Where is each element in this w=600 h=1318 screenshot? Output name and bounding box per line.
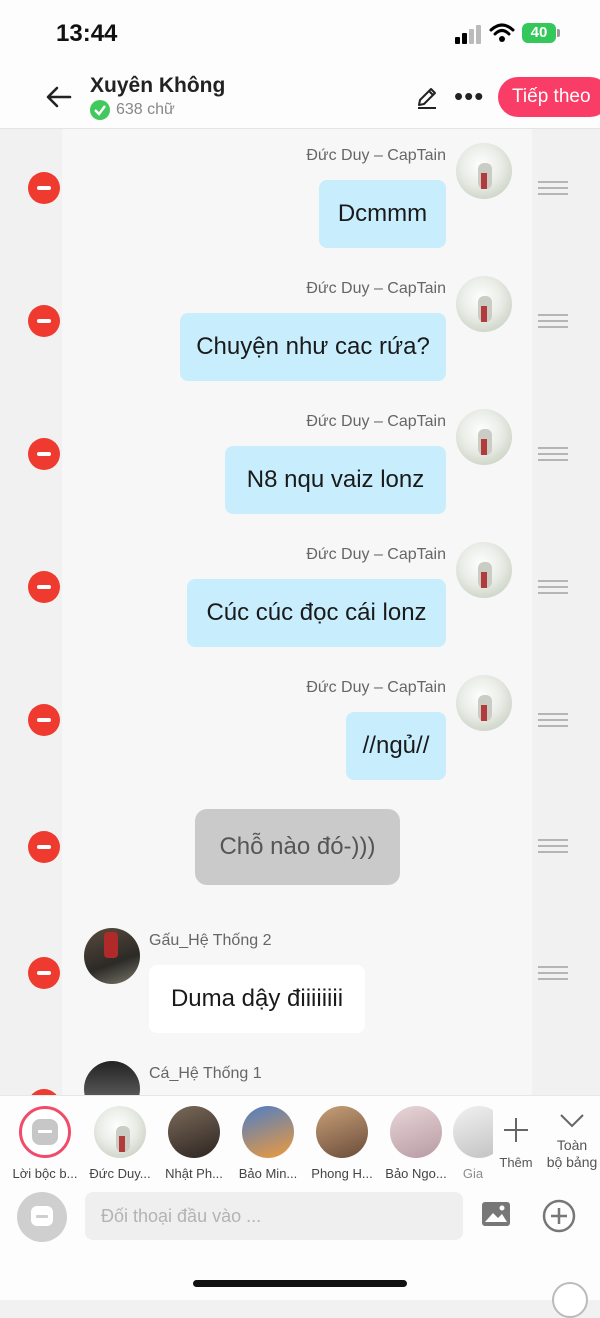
drag-handle-icon[interactable]	[538, 314, 568, 328]
delete-line-button[interactable]	[28, 704, 60, 736]
image-icon[interactable]	[481, 1201, 511, 1227]
avatar	[456, 409, 512, 465]
battery-icon: 40	[522, 23, 560, 43]
avatar	[456, 542, 512, 598]
avatar	[456, 675, 512, 731]
dialogue-input[interactable]: Đối thoại đầu vào ...	[85, 1192, 463, 1240]
speaker-name: Đức Duy – CapTain	[306, 280, 446, 297]
pencil-icon[interactable]	[414, 84, 440, 110]
drag-handle-icon[interactable]	[538, 839, 568, 853]
message-bubble[interactable]: Dcmmm	[319, 180, 446, 248]
more-label: Thêm	[499, 1155, 533, 1170]
speaker-name: Đức Duy – CapTain	[306, 413, 446, 430]
avatar	[242, 1106, 294, 1158]
story-title: Xuyên Không	[90, 74, 226, 97]
avatar	[456, 276, 512, 332]
speaker-name: Đức Duy – CapTain	[306, 546, 446, 563]
narration-bubble[interactable]: Chỗ nào đó-)))	[195, 809, 400, 885]
add-character-button[interactable]: Thêm	[496, 1116, 536, 1170]
avatar	[453, 1106, 493, 1158]
add-circle-icon[interactable]	[541, 1198, 577, 1234]
character-item[interactable]: Bảo Min...	[231, 1106, 305, 1181]
character-item[interactable]: Gia	[453, 1106, 493, 1181]
avatar	[84, 928, 140, 984]
plus-icon	[504, 1118, 528, 1142]
chat-icon	[19, 1106, 71, 1158]
speaker-name: Cá_Hệ Thống 1	[149, 1065, 262, 1082]
message-bubble[interactable]: Chuyện như cac rứa?	[180, 313, 446, 381]
character-item[interactable]: Nhật Ph...	[157, 1106, 231, 1181]
next-button[interactable]: Tiếp theo	[498, 77, 600, 117]
avatar	[168, 1106, 220, 1158]
message-bubble[interactable]: //ngủ//	[346, 712, 446, 780]
dialogue-list: Đức Duy – CapTain Dcmmm Đức Duy – CapTai…	[0, 129, 600, 1095]
delete-line-button[interactable]	[28, 571, 60, 603]
word-count: 638 chữ	[116, 101, 175, 118]
avatar	[390, 1106, 442, 1158]
drag-handle-icon[interactable]	[538, 966, 568, 980]
delete-line-button[interactable]	[28, 172, 60, 204]
speaker-name: Đức Duy – CapTain	[306, 147, 446, 164]
status-bar: 13:44 40	[0, 0, 600, 70]
avatar	[456, 143, 512, 199]
message-bubble[interactable]: Cúc cúc đọc cái lonz	[187, 579, 446, 647]
all-label-2: bộ bảng	[546, 1154, 598, 1170]
character-label: Đức Duy...	[89, 1166, 151, 1181]
home-indicator	[193, 1280, 407, 1287]
speaker-name: Đức Duy – CapTain	[306, 679, 446, 696]
character-narration[interactable]: Lời bộc b...	[8, 1106, 82, 1181]
more-icon[interactable]: •••	[454, 83, 484, 109]
character-item[interactable]: Phong H...	[305, 1106, 379, 1181]
character-label: Nhật Ph...	[165, 1166, 223, 1181]
all-characters-button[interactable]: Toàn bộ bảng	[544, 1110, 600, 1171]
message-bubble[interactable]: Duma dậy điiiiiiii	[149, 965, 365, 1033]
avatar	[94, 1106, 146, 1158]
character-label: Bảo Ngo...	[385, 1166, 447, 1181]
drag-handle-icon[interactable]	[538, 181, 568, 195]
chevron-down-icon	[560, 1114, 584, 1128]
all-label-1: Toàn	[556, 1137, 588, 1153]
avatar	[316, 1106, 368, 1158]
message-bubble[interactable]: N8 nqu vaiz lonz	[225, 446, 446, 514]
drag-handle-icon[interactable]	[538, 713, 568, 727]
character-label: Bảo Min...	[238, 1166, 298, 1181]
bottom-toolbar: Lời bộc b... Đức Duy... Nhật Ph... Bảo M…	[0, 1095, 600, 1318]
delete-line-button[interactable]	[28, 831, 60, 863]
scroll-up-icon[interactable]	[552, 1282, 588, 1318]
character-label: Gia	[462, 1166, 484, 1181]
delete-line-button[interactable]	[28, 305, 60, 337]
word-count-row: 638 chữ	[90, 100, 175, 120]
character-item[interactable]: Đức Duy...	[83, 1106, 157, 1181]
delete-line-button[interactable]	[28, 438, 60, 470]
back-arrow-icon[interactable]	[44, 82, 74, 112]
check-icon	[90, 100, 110, 120]
drag-handle-icon[interactable]	[538, 580, 568, 594]
drag-handle-icon[interactable]	[538, 447, 568, 461]
wifi-icon	[489, 23, 515, 42]
composer: Đối thoại đầu vào ...	[0, 1192, 600, 1252]
editor-header: Xuyên Không 638 chữ ••• Tiếp theo	[0, 70, 600, 129]
chat-icon[interactable]	[17, 1192, 67, 1242]
speaker-name: Gấu_Hệ Thống 2	[149, 932, 272, 949]
character-item[interactable]: Bảo Ngo...	[379, 1106, 453, 1181]
character-label: Lời bộc b...	[12, 1166, 78, 1181]
character-label: Phong H...	[311, 1166, 373, 1181]
signal-icon	[455, 24, 483, 44]
delete-line-button[interactable]	[28, 957, 60, 989]
status-time: 13:44	[56, 20, 118, 47]
